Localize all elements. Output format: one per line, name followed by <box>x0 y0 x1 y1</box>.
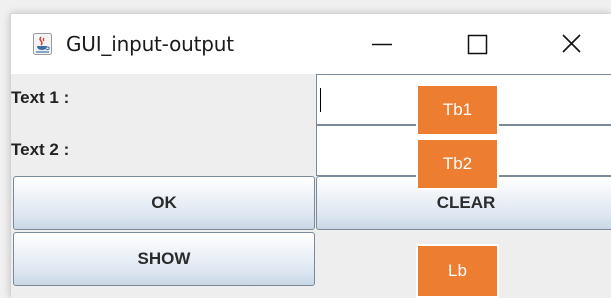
text-caret <box>320 88 321 112</box>
tb2-annotation: Tb2 <box>416 138 499 190</box>
ok-button[interactable]: OK <box>13 176 315 230</box>
maximize-button[interactable] <box>431 14 531 74</box>
minimize-icon <box>372 43 392 46</box>
close-button[interactable] <box>521 14 611 74</box>
close-icon <box>562 34 581 53</box>
app-window: GUI_input-output Text 1 : Text 2 : OK CL… <box>11 14 611 298</box>
text1-label: Text 1 : <box>11 88 70 107</box>
lb-annotation: Lb <box>416 244 499 298</box>
maximize-icon <box>467 34 488 55</box>
title-bar: GUI_input-output <box>11 14 611 74</box>
window-title: GUI_input-output <box>66 32 234 56</box>
text2-label: Text 2 : <box>11 140 70 159</box>
java-cup-icon <box>33 33 52 55</box>
form-panel: Text 1 : Text 2 : OK CLEAR SHOW Tb1 Tb2 … <box>11 74 611 298</box>
tb1-annotation: Tb1 <box>416 84 499 136</box>
show-button[interactable]: SHOW <box>13 232 315 286</box>
minimize-button[interactable] <box>339 14 439 74</box>
